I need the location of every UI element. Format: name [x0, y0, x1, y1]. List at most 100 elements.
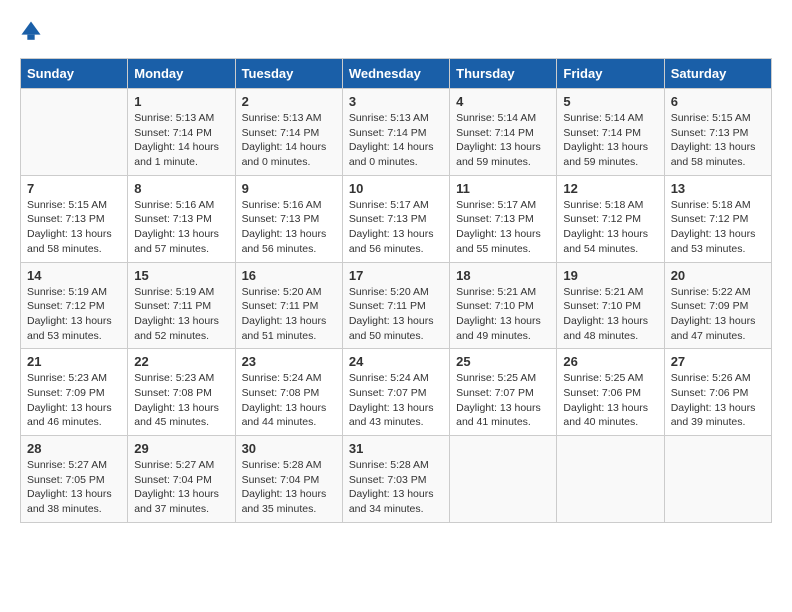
day-info: Sunrise: 5:19 AMSunset: 7:11 PMDaylight:…	[134, 285, 228, 344]
day-info: Sunrise: 5:18 AMSunset: 7:12 PMDaylight:…	[563, 198, 657, 257]
day-cell: 15 Sunrise: 5:19 AMSunset: 7:11 PMDayligh…	[128, 262, 235, 349]
day-cell: 23 Sunrise: 5:24 AMSunset: 7:08 PMDayligh…	[235, 349, 342, 436]
day-number: 26	[563, 354, 657, 369]
logo-icon	[20, 20, 42, 42]
day-info: Sunrise: 5:19 AMSunset: 7:12 PMDaylight:…	[27, 285, 121, 344]
day-number: 22	[134, 354, 228, 369]
week-row-1: 1 Sunrise: 5:13 AMSunset: 7:14 PMDaylight…	[21, 89, 772, 176]
column-header-monday: Monday	[128, 59, 235, 89]
day-cell: 7 Sunrise: 5:15 AMSunset: 7:13 PMDaylight…	[21, 175, 128, 262]
day-cell: 30Sunrise: 5:28 AMSunset: 7:04 PMDayligh…	[235, 436, 342, 523]
day-cell: 3 Sunrise: 5:13 AMSunset: 7:14 PMDaylight…	[342, 89, 449, 176]
column-header-sunday: Sunday	[21, 59, 128, 89]
day-number: 11	[456, 181, 550, 196]
day-info: Sunrise: 5:27 AMSunset: 7:05 PMDaylight:…	[27, 458, 121, 517]
day-number: 6	[671, 94, 765, 109]
day-cell: 19 Sunrise: 5:21 AMSunset: 7:10 PMDayligh…	[557, 262, 664, 349]
day-info: Sunrise: 5:17 AMSunset: 7:13 PMDaylight:…	[456, 198, 550, 257]
day-cell	[21, 89, 128, 176]
page-header	[20, 20, 772, 42]
day-cell: 25Sunrise: 5:25 AMSunset: 7:07 PMDayligh…	[450, 349, 557, 436]
day-cell: 16Sunrise: 5:20 AMSunset: 7:11 PMDayligh…	[235, 262, 342, 349]
day-number: 30	[242, 441, 336, 456]
week-row-2: 7 Sunrise: 5:15 AMSunset: 7:13 PMDaylight…	[21, 175, 772, 262]
day-info: Sunrise: 5:28 AMSunset: 7:03 PMDaylight:…	[349, 458, 443, 517]
day-cell: 18Sunrise: 5:21 AMSunset: 7:10 PMDayligh…	[450, 262, 557, 349]
day-number: 19	[563, 268, 657, 283]
calendar-header: SundayMondayTuesdayWednesdayThursdayFrid…	[21, 59, 772, 89]
day-number: 4	[456, 94, 550, 109]
calendar-table: SundayMondayTuesdayWednesdayThursdayFrid…	[20, 58, 772, 523]
day-cell: 9 Sunrise: 5:16 AMSunset: 7:13 PMDaylight…	[235, 175, 342, 262]
day-info: Sunrise: 5:23 AMSunset: 7:09 PMDaylight:…	[27, 371, 121, 430]
day-number: 21	[27, 354, 121, 369]
header-row: SundayMondayTuesdayWednesdayThursdayFrid…	[21, 59, 772, 89]
calendar-body: 1 Sunrise: 5:13 AMSunset: 7:14 PMDaylight…	[21, 89, 772, 523]
day-number: 24	[349, 354, 443, 369]
day-info: Sunrise: 5:27 AMSunset: 7:04 PMDaylight:…	[134, 458, 228, 517]
day-info: Sunrise: 5:13 AMSunset: 7:14 PMDaylight:…	[242, 111, 336, 170]
day-info: Sunrise: 5:21 AMSunset: 7:10 PMDaylight:…	[563, 285, 657, 344]
day-cell	[557, 436, 664, 523]
day-info: Sunrise: 5:16 AMSunset: 7:13 PMDaylight:…	[242, 198, 336, 257]
day-number: 14	[27, 268, 121, 283]
day-number: 17	[349, 268, 443, 283]
week-row-4: 21 Sunrise: 5:23 AMSunset: 7:09 PMDayligh…	[21, 349, 772, 436]
day-cell: 4 Sunrise: 5:14 AMSunset: 7:14 PMDaylight…	[450, 89, 557, 176]
day-cell: 28 Sunrise: 5:27 AMSunset: 7:05 PMDayligh…	[21, 436, 128, 523]
day-number: 20	[671, 268, 765, 283]
day-cell: 31Sunrise: 5:28 AMSunset: 7:03 PMDayligh…	[342, 436, 449, 523]
day-number: 29	[134, 441, 228, 456]
week-row-3: 14 Sunrise: 5:19 AMSunset: 7:12 PMDayligh…	[21, 262, 772, 349]
day-cell: 13Sunrise: 5:18 AMSunset: 7:12 PMDayligh…	[664, 175, 771, 262]
day-cell: 11 Sunrise: 5:17 AMSunset: 7:13 PMDayligh…	[450, 175, 557, 262]
day-cell: 12 Sunrise: 5:18 AMSunset: 7:12 PMDayligh…	[557, 175, 664, 262]
day-cell: 8Sunrise: 5:16 AMSunset: 7:13 PMDaylight…	[128, 175, 235, 262]
column-header-tuesday: Tuesday	[235, 59, 342, 89]
day-info: Sunrise: 5:13 AMSunset: 7:14 PMDaylight:…	[349, 111, 443, 170]
day-info: Sunrise: 5:20 AMSunset: 7:11 PMDaylight:…	[242, 285, 336, 344]
day-cell: 14 Sunrise: 5:19 AMSunset: 7:12 PMDayligh…	[21, 262, 128, 349]
day-cell: 5 Sunrise: 5:14 AMSunset: 7:14 PMDaylight…	[557, 89, 664, 176]
day-info: Sunrise: 5:14 AMSunset: 7:14 PMDaylight:…	[563, 111, 657, 170]
day-number: 28	[27, 441, 121, 456]
day-number: 23	[242, 354, 336, 369]
week-row-5: 28 Sunrise: 5:27 AMSunset: 7:05 PMDayligh…	[21, 436, 772, 523]
column-header-thursday: Thursday	[450, 59, 557, 89]
day-info: Sunrise: 5:23 AMSunset: 7:08 PMDaylight:…	[134, 371, 228, 430]
day-cell: 10 Sunrise: 5:17 AMSunset: 7:13 PMDayligh…	[342, 175, 449, 262]
day-info: Sunrise: 5:14 AMSunset: 7:14 PMDaylight:…	[456, 111, 550, 170]
day-info: Sunrise: 5:24 AMSunset: 7:08 PMDaylight:…	[242, 371, 336, 430]
column-header-wednesday: Wednesday	[342, 59, 449, 89]
day-info: Sunrise: 5:25 AMSunset: 7:07 PMDaylight:…	[456, 371, 550, 430]
day-cell: 26 Sunrise: 5:25 AMSunset: 7:06 PMDayligh…	[557, 349, 664, 436]
day-info: Sunrise: 5:20 AMSunset: 7:11 PMDaylight:…	[349, 285, 443, 344]
day-number: 13	[671, 181, 765, 196]
day-number: 18	[456, 268, 550, 283]
day-info: Sunrise: 5:15 AMSunset: 7:13 PMDaylight:…	[27, 198, 121, 257]
day-number: 7	[27, 181, 121, 196]
day-info: Sunrise: 5:16 AMSunset: 7:13 PMDaylight:…	[134, 198, 228, 257]
day-number: 12	[563, 181, 657, 196]
day-info: Sunrise: 5:15 AMSunset: 7:13 PMDaylight:…	[671, 111, 765, 170]
day-cell	[450, 436, 557, 523]
day-info: Sunrise: 5:13 AMSunset: 7:14 PMDaylight:…	[134, 111, 228, 170]
day-cell: 29 Sunrise: 5:27 AMSunset: 7:04 PMDayligh…	[128, 436, 235, 523]
day-number: 2	[242, 94, 336, 109]
day-number: 10	[349, 181, 443, 196]
column-header-friday: Friday	[557, 59, 664, 89]
day-info: Sunrise: 5:17 AMSunset: 7:13 PMDaylight:…	[349, 198, 443, 257]
day-number: 9	[242, 181, 336, 196]
day-number: 5	[563, 94, 657, 109]
day-number: 3	[349, 94, 443, 109]
day-number: 15	[134, 268, 228, 283]
day-info: Sunrise: 5:25 AMSunset: 7:06 PMDaylight:…	[563, 371, 657, 430]
logo	[20, 20, 46, 42]
day-cell: 21 Sunrise: 5:23 AMSunset: 7:09 PMDayligh…	[21, 349, 128, 436]
day-number: 1	[134, 94, 228, 109]
day-number: 27	[671, 354, 765, 369]
day-cell: 27 Sunrise: 5:26 AMSunset: 7:06 PMDayligh…	[664, 349, 771, 436]
day-info: Sunrise: 5:26 AMSunset: 7:06 PMDaylight:…	[671, 371, 765, 430]
day-info: Sunrise: 5:24 AMSunset: 7:07 PMDaylight:…	[349, 371, 443, 430]
day-cell: 24 Sunrise: 5:24 AMSunset: 7:07 PMDayligh…	[342, 349, 449, 436]
